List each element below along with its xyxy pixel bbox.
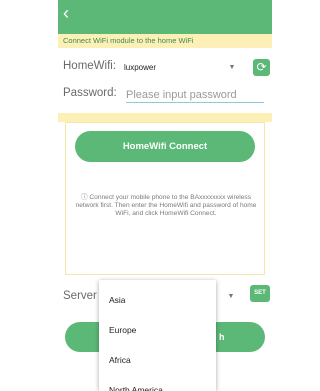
server-option[interactable]: Asia [99, 285, 216, 315]
server-option[interactable]: Africa [99, 345, 216, 375]
back-chevron-icon[interactable]: ‹ [63, 3, 77, 23]
second-button-label: h [219, 332, 225, 342]
home-wifi-label: HomeWifi: [63, 60, 117, 72]
homewifi-connect-button[interactable]: HomeWifi Connect [75, 131, 255, 162]
server-label: Server [63, 290, 97, 302]
notice-banner: Connect WiFi module to the home WiFi [58, 34, 272, 48]
app-screen: ‹ Connect WiFi module to the home WiFi H… [58, 0, 272, 391]
divider-bar [58, 113, 272, 122]
chevron-down-icon[interactable]: ▼ [227, 63, 237, 73]
home-wifi-select[interactable]: luxpower [124, 63, 156, 72]
top-bar: ‹ [58, 0, 272, 34]
refresh-icon[interactable]: ⟳ [253, 59, 270, 76]
home-wifi-row: HomeWifi: luxpower ▼ ⟳ [63, 59, 270, 77]
info-text-block: ⓘ Connect your mobile phone to the BAxxx… [75, 194, 257, 218]
connect-panel: HomeWifi Connect ⓘ Connect your mobile p… [65, 122, 265, 275]
server-option[interactable]: Europe [99, 315, 216, 345]
info-text: Connect your mobile phone to the BAxxxxx… [75, 194, 257, 217]
server-dropdown[interactable]: Asia Europe Africa North America [99, 280, 216, 391]
info-icon: ⓘ [80, 194, 88, 201]
password-input[interactable] [126, 87, 264, 103]
chevron-down-icon[interactable]: ▼ [226, 292, 236, 302]
server-option[interactable]: North America [99, 375, 216, 391]
password-label: Password: [63, 87, 117, 99]
set-button[interactable]: SET [250, 285, 270, 302]
password-row: Password: [63, 86, 270, 104]
